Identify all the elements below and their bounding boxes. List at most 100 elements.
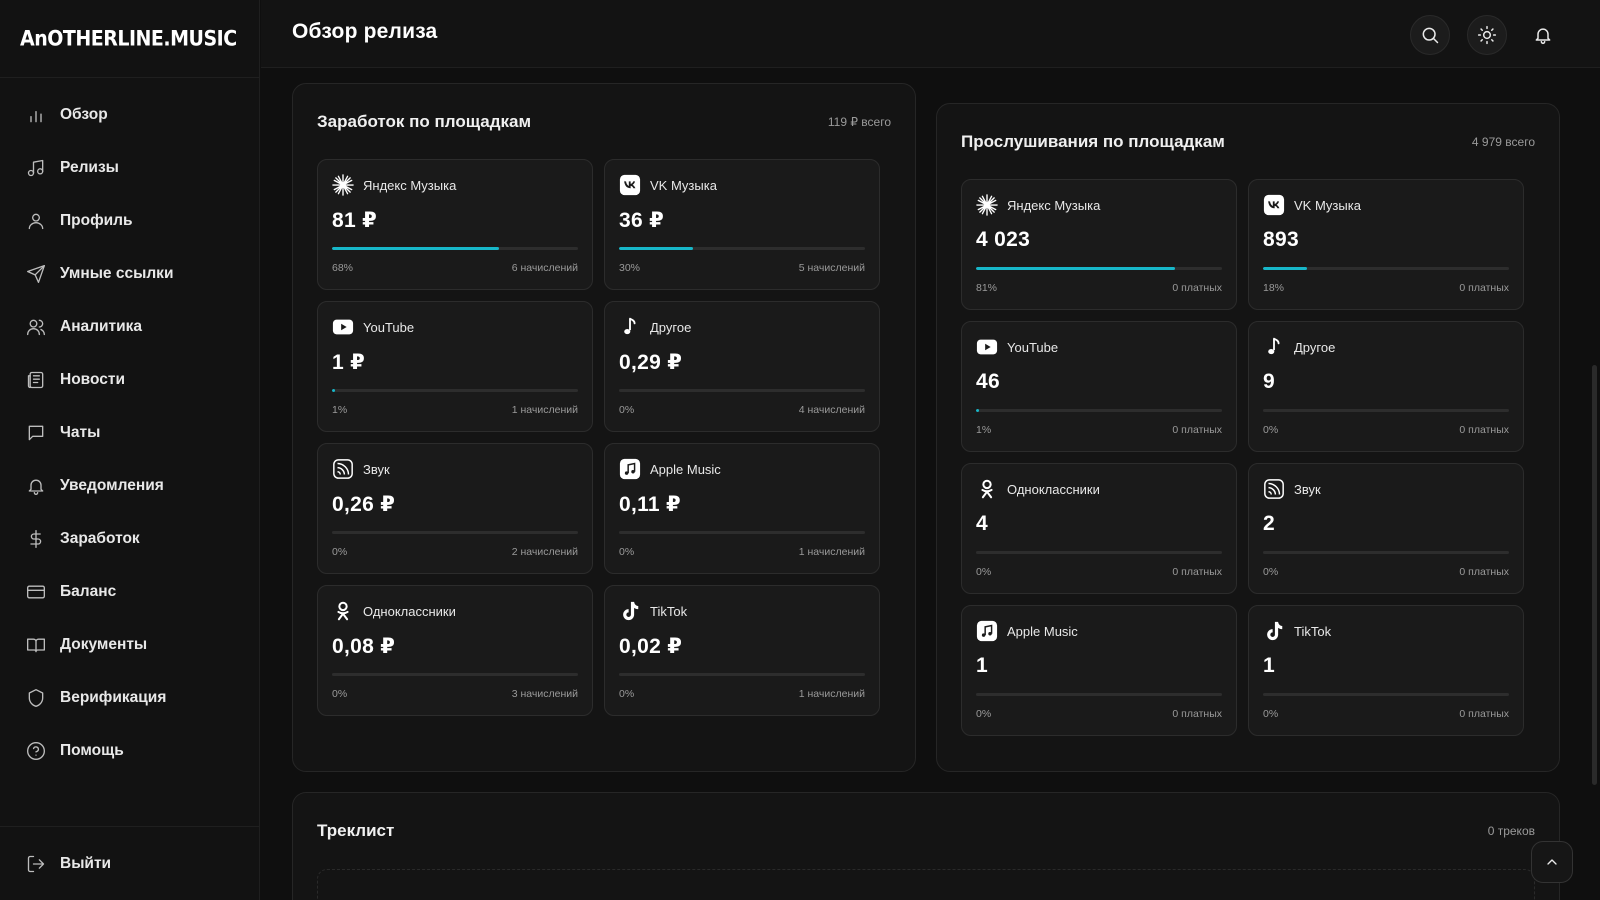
sidebar-item-label: Уведомления [60,476,164,494]
theme-toggle-button[interactable] [1467,15,1507,55]
platform-card[interactable]: Звук 2 0% 0 платных [1248,463,1524,594]
shield-icon [26,688,46,708]
card-percent: 81% [976,282,998,294]
book-icon [26,635,46,655]
youtube-icon [976,336,998,358]
platform-card[interactable]: VK Музыка 36 ₽ 30% 5 начислений [604,159,880,290]
platform-card[interactable]: Одноклассники 0,08 ₽ 0% 3 начислений [317,585,593,716]
notifications-button[interactable] [1523,15,1563,55]
platform-card[interactable]: Другое 0,29 ₽ 0% 4 начислений [604,301,880,432]
streams-title: Прослушивания по площадкам [961,132,1225,151]
app-root: AnOTHERLINE.MUSIC Обзор Релизы Профиль У… [0,0,1600,900]
card-value: 81 ₽ [332,209,378,232]
platform-card[interactable]: VK Музыка 893 18% 0 платных [1248,179,1524,310]
sidebar-item-releases[interactable]: Релизы [0,141,259,194]
platform-name: Другое [650,319,692,335]
platform-card[interactable]: Одноклассники 4 0% 0 платных [961,463,1237,594]
user-icon [26,211,46,231]
platform-name: Apple Music [1007,623,1078,639]
sidebar-item-label: Умные ссылки [60,264,174,282]
sidebar-item-earnings[interactable]: Заработок [0,512,259,565]
card-value: 36 ₽ [619,209,665,232]
platform-card[interactable]: YouTube 46 1% 0 платных [961,321,1237,452]
card-value: 46 [976,370,1000,393]
progress-track [1263,409,1509,412]
progress-track [619,247,865,250]
progress-track [332,389,578,392]
logout-icon [26,854,46,874]
sidebar-item-balance[interactable]: Баланс [0,565,259,618]
bar-chart-icon [26,105,46,125]
ok-icon [332,600,354,622]
card-header: Яндекс Музыка [332,174,456,196]
send-icon [26,264,46,284]
platform-card[interactable]: TikTok 0,02 ₽ 0% 1 начислений [604,585,880,716]
sidebar-item-analytics[interactable]: Аналитика [0,300,259,353]
platform-card[interactable]: Apple Music 0,11 ₽ 0% 1 начислений [604,443,880,574]
yandex-icon [332,174,354,196]
sidebar-item-chats[interactable]: Чаты [0,406,259,459]
platform-card[interactable]: Apple Music 1 0% 0 платных [961,605,1237,736]
sidebar-item-label: Новости [60,370,125,388]
progress-fill [976,267,1176,270]
platform-name: Яндекс Музыка [1007,197,1101,213]
progress-fill [332,389,335,392]
youtube-icon [332,316,354,338]
platform-name: Одноклассники [1007,481,1100,497]
sidebar-item-smart-links[interactable]: Умные ссылки [0,247,259,300]
sidebar-item-news[interactable]: Новости [0,353,259,406]
card-value: 0,26 ₽ [332,493,396,516]
sidebar-item-overview[interactable]: Обзор [0,88,259,141]
card-percent: 0% [619,404,635,416]
progress-track [332,531,578,534]
card-header: VK Музыка [619,174,717,196]
progress-track [976,267,1222,270]
earnings-panel: Заработок по площадкам 119 ₽ всего Яндек… [292,83,916,772]
yandex-icon [976,194,998,216]
sidebar-item-help[interactable]: Помощь [0,724,259,777]
users-icon [26,317,46,337]
vk-icon [1263,194,1285,216]
scroll-to-top-button[interactable] [1531,841,1573,883]
progress-track [619,389,865,392]
card-percent: 0% [1263,566,1279,578]
platform-card[interactable]: Яндекс Музыка 4 023 81% 0 платных [961,179,1237,310]
ok-icon [976,478,998,500]
platform-name: Яндекс Музыка [363,177,457,193]
bell-icon [1533,25,1553,45]
card-header: YouTube [332,316,414,338]
card-header: Одноклассники [332,600,456,622]
logo-text: AnOTHERLINE.MUSIC [20,26,237,51]
sidebar-item-label: Чаты [60,423,101,441]
card-header: Звук [1263,478,1321,500]
scrollbar-thumb[interactable] [1592,365,1597,785]
platform-card[interactable]: Звук 0,26 ₽ 0% 2 начислений [317,443,593,574]
sidebar-item-documents[interactable]: Документы [0,618,259,671]
platform-card[interactable]: Другое 9 0% 0 платных [1248,321,1524,452]
platform-card[interactable]: TikTok 1 0% 0 платных [1248,605,1524,736]
card-value: 1 [1263,654,1275,677]
platform-card[interactable]: Яндекс Музыка 81 ₽ 68% 6 начислений [317,159,593,290]
card-subtext: 0 платных [1459,424,1509,436]
card-percent: 68% [332,262,354,274]
tracklist-empty-area [317,869,1535,900]
logout-button[interactable]: Выйти [0,854,111,874]
logo[interactable]: AnOTHERLINE.MUSIC [0,0,259,78]
sidebar-item-notifications[interactable]: Уведомления [0,459,259,512]
card-percent: 0% [976,566,992,578]
progress-track [976,551,1222,554]
card-percent: 0% [619,688,635,700]
platform-card[interactable]: YouTube 1 ₽ 1% 1 начислений [317,301,593,432]
card-percent: 0% [1263,708,1279,720]
platform-name: Apple Music [650,461,721,477]
zvuk-icon [332,458,354,480]
card-percent: 0% [332,546,348,558]
card-subtext: 0 платных [1172,282,1222,294]
sidebar-item-profile[interactable]: Профиль [0,194,259,247]
card-subtext: 4 начислений [798,404,865,416]
sidebar-item-verification[interactable]: Верификация [0,671,259,724]
search-button[interactable] [1410,15,1450,55]
progress-track [332,673,578,676]
card-percent: 1% [976,424,992,436]
card-percent: 1% [332,404,348,416]
